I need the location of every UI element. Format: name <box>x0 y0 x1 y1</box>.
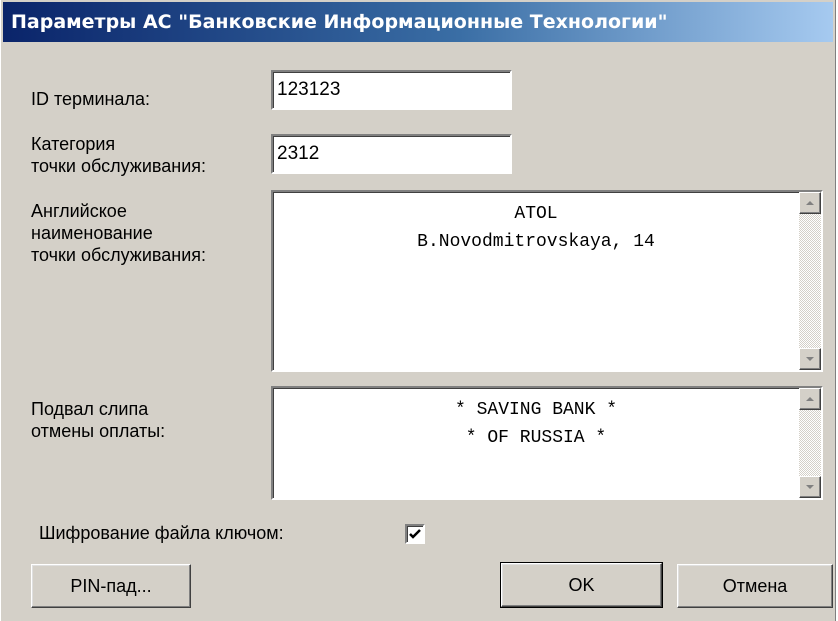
scroll-down-button[interactable] <box>799 348 821 370</box>
pinpad-button[interactable]: PIN-пад... <box>31 564 191 608</box>
service-category-label-line1: Категория <box>31 134 116 154</box>
checkmark-icon <box>409 529 421 539</box>
cancel-button[interactable]: Отмена <box>677 564 833 608</box>
dialog-window: Параметры АС "Банковские Информационные … <box>0 0 836 621</box>
scroll-down-button[interactable] <box>799 476 821 498</box>
ok-button[interactable]: OK <box>500 562 663 608</box>
encryption-checkbox[interactable] <box>405 524 425 544</box>
arrow-down-icon <box>806 357 814 361</box>
english-name-label-line3: точки обслуживания: <box>31 245 206 265</box>
window-title: Параметры АС "Банковские Информационные … <box>3 2 833 42</box>
service-category-label: Категория точки обслуживания: <box>31 133 206 177</box>
encryption-label-text: Шифрование файла ключом: <box>39 523 284 543</box>
slip-footer-label-line1: Подвал слипа <box>31 399 149 419</box>
terminal-id-label-text: ID терминала: <box>31 89 150 109</box>
slip-footer-label: Подвал слипа отмены оплаты: <box>31 398 165 442</box>
slip-footer-memo[interactable]: * SAVING BANK * * OF RUSSIA * <box>271 386 823 500</box>
english-name-label-line2: наименование <box>31 223 153 243</box>
english-name-label: Английское наименование точки обслуживан… <box>31 200 206 266</box>
english-name-scrollbar[interactable] <box>799 192 821 370</box>
arrow-up-icon <box>806 201 814 205</box>
terminal-id-label: ID терминала: <box>31 88 150 110</box>
arrow-down-icon <box>806 485 814 489</box>
slip-footer-scrollbar[interactable] <box>799 388 821 498</box>
terminal-id-input[interactable] <box>273 72 510 108</box>
english-name-label-line1: Английское <box>31 201 127 221</box>
english-name-memo[interactable]: ATOL B.Novodmitrovskaya, 14 <box>271 190 823 372</box>
service-category-field[interactable] <box>271 134 512 174</box>
slip-footer-label-line2: отмены оплаты: <box>31 421 166 441</box>
english-name-text[interactable]: ATOL B.Novodmitrovskaya, 14 <box>275 200 797 368</box>
slip-footer-text[interactable]: * SAVING BANK * * OF RUSSIA * <box>275 396 797 496</box>
scroll-up-button[interactable] <box>799 388 821 410</box>
terminal-id-field[interactable] <box>271 70 512 110</box>
service-category-input[interactable] <box>273 136 510 172</box>
service-category-label-line2: точки обслуживания: <box>31 156 206 176</box>
scroll-up-button[interactable] <box>799 192 821 214</box>
arrow-up-icon <box>806 397 814 401</box>
encryption-label: Шифрование файла ключом: <box>39 522 284 544</box>
